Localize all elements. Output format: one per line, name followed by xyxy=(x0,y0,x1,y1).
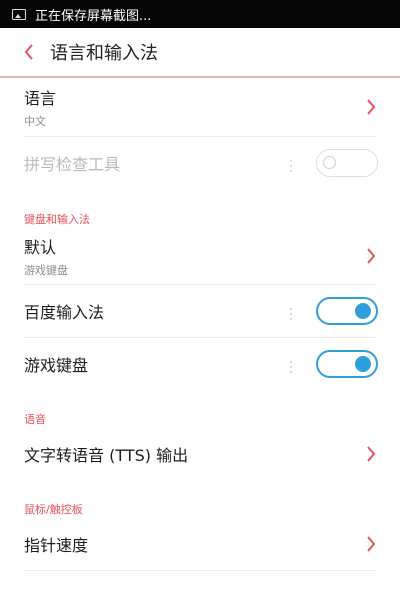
toggle-knob xyxy=(355,356,371,372)
language-value: 中文 xyxy=(24,115,46,128)
spellcheck-toggle xyxy=(316,149,378,177)
page-title: 语言和输入法 xyxy=(50,43,158,64)
divider xyxy=(24,570,376,571)
tts-output-item[interactable]: 文字转语音 (TTS) 输出 xyxy=(0,428,400,480)
game-keyboard-toggle[interactable] xyxy=(316,350,378,378)
more-dots-icon xyxy=(290,157,292,172)
spellcheck-item: 拼写检查工具 xyxy=(0,137,400,189)
pointer-speed-label: 指针速度 xyxy=(24,536,89,555)
chevron-right-icon xyxy=(366,248,376,264)
section-header-keyboard: 键盘和输入法 xyxy=(24,213,90,226)
language-item[interactable]: 语言 中文 xyxy=(0,78,400,136)
tts-output-label: 文字转语音 (TTS) 输出 xyxy=(24,446,189,465)
toggle-knob xyxy=(323,156,336,169)
chevron-right-icon xyxy=(366,446,376,462)
more-dots-icon[interactable] xyxy=(290,305,292,320)
section-header-pointer: 鼠标/触控板 xyxy=(24,503,83,516)
language-label: 语言 xyxy=(24,89,57,108)
pointer-speed-item[interactable]: 指针速度 xyxy=(0,518,400,570)
chevron-right-icon xyxy=(366,536,376,552)
status-bar-text: 正在保存屏幕截图... xyxy=(35,8,152,24)
baidu-ime-item[interactable]: 百度输入法 xyxy=(0,285,400,337)
game-keyboard-item[interactable]: 游戏键盘 xyxy=(0,338,400,390)
default-keyboard-value: 游戏键盘 xyxy=(24,264,68,277)
default-keyboard-label: 默认 xyxy=(24,238,57,257)
status-bar: 正在保存屏幕截图... xyxy=(0,0,400,28)
toggle-knob xyxy=(355,303,371,319)
image-icon xyxy=(12,8,26,20)
baidu-ime-toggle[interactable] xyxy=(316,297,378,325)
more-dots-icon[interactable] xyxy=(290,358,292,373)
chevron-left-icon[interactable] xyxy=(22,44,36,60)
default-keyboard-item[interactable]: 默认 游戏键盘 xyxy=(0,228,400,284)
app-bar: 语言和输入法 xyxy=(0,28,400,78)
section-header-speech: 语音 xyxy=(24,413,46,426)
chevron-right-icon xyxy=(366,99,376,115)
